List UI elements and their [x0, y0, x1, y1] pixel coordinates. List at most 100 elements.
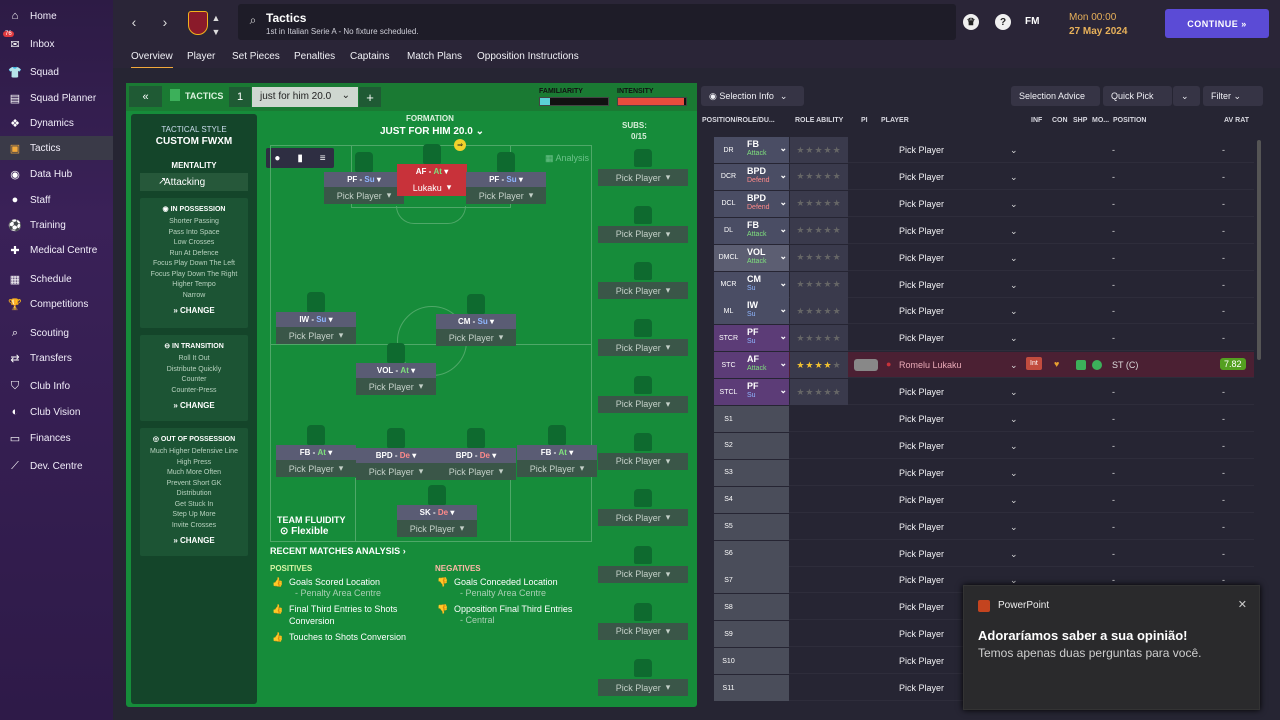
table-row[interactable]: DCL BPD Defend ⌄ ★★★★★ Pick Player ⌄ - -: [714, 190, 1254, 217]
player-name[interactable]: Pick Player: [899, 683, 944, 693]
chevron-down-icon[interactable]: ⌄: [1010, 199, 1018, 210]
player-name[interactable]: Pick Player: [899, 656, 944, 666]
player-name[interactable]: Pick Player: [899, 549, 944, 559]
selection-info-select[interactable]: ◉ Selection Info ⌄: [701, 86, 804, 106]
selection-advice-button[interactable]: Selection Advice: [1011, 86, 1100, 106]
player-name[interactable]: Pick Player: [899, 333, 944, 343]
role-duty-select[interactable]: PF - Su ▾: [466, 172, 546, 187]
pitch-position-7[interactable]: FB - At ▾ Pick Player ▾: [276, 425, 356, 477]
out-of-possession-box[interactable]: ◎ OUT OF POSSESSION Much Higher Defensiv…: [140, 428, 248, 556]
chevron-down-icon[interactable]: ⌄: [1010, 522, 1018, 533]
player-select[interactable]: Pick Player ▾: [356, 463, 436, 480]
chevron-down-icon[interactable]: ⌄: [1010, 360, 1018, 371]
table-row[interactable]: S2 Pick Player ⌄ - -: [714, 432, 1254, 459]
pitch-position-5[interactable]: CM - Su ▾ Pick Player ▾: [436, 294, 516, 346]
pitch-position-2[interactable]: AF - At ▾ Lukaku ▾: [397, 144, 467, 196]
in-possession-change-button[interactable]: » CHANGE: [140, 306, 248, 315]
pitch-position-11[interactable]: SK - De ▾ Pick Player ▾: [397, 485, 477, 537]
role-duty-select[interactable]: FB - At ▾: [276, 445, 356, 460]
player-name[interactable]: Pick Player: [899, 172, 944, 182]
table-row[interactable]: S1 Pick Player ⌄ - -: [714, 406, 1254, 432]
in-transition-change-button[interactable]: » CHANGE: [140, 401, 248, 410]
pitch-position-10[interactable]: FB - At ▾ Pick Player ▾: [517, 425, 597, 477]
chevron-down-icon[interactable]: ⌄: [1010, 549, 1018, 560]
collapse-button[interactable]: «: [129, 86, 162, 107]
player-name[interactable]: Pick Player: [899, 280, 944, 290]
table-row[interactable]: DCR BPD Defend ⌄ ★★★★★ Pick Player ⌄ - -: [714, 163, 1254, 190]
chevron-down-icon[interactable]: ⌄: [1010, 387, 1018, 398]
chevron-down-icon[interactable]: ⌄: [1010, 226, 1018, 237]
sidebar-item-finances[interactable]: ▭ Finances: [0, 426, 113, 450]
tab-overview[interactable]: Overview: [131, 51, 173, 69]
column-header[interactable]: PLAYER: [881, 117, 909, 124]
player-name[interactable]: Pick Player: [899, 199, 944, 209]
role-duty-select[interactable]: BPD Defend ⌄: [743, 190, 789, 217]
role-duty-select[interactable]: CM Su ⌄: [743, 271, 789, 298]
pitch-position-8[interactable]: BPD - De ▾ Pick Player ▾: [356, 428, 436, 480]
table-row[interactable]: DL FB Attack ⌄ ★★★★★ Pick Player ⌄ - -: [714, 217, 1254, 244]
sub-player-select[interactable]: Pick Player ▾: [598, 452, 688, 470]
tactical-style-value[interactable]: CUSTOM FWXM: [131, 136, 257, 147]
player-name[interactable]: Pick Player: [899, 226, 944, 236]
column-header[interactable]: CON: [1052, 117, 1068, 124]
player-name[interactable]: Pick Player: [899, 629, 944, 639]
sub-player-select[interactable]: Pick Player ▾: [598, 395, 688, 413]
forward-arrow-icon[interactable]: ›: [155, 12, 175, 32]
pitch-position-1[interactable]: PF - Su ▾ Pick Player ▾: [324, 152, 404, 204]
add-tactic-button[interactable]: +: [359, 87, 381, 107]
role-duty-select[interactable]: FB Attack ⌄: [743, 217, 789, 244]
in-possession-box[interactable]: ◉ IN POSSESSION Shorter Passing Pass Into…: [140, 198, 248, 328]
chevron-down-icon[interactable]: ⌄: [1010, 333, 1018, 344]
role-duty-select[interactable]: PF - Su ▾: [324, 172, 404, 187]
sidebar-item-club-info[interactable]: ⛉ Club Info: [0, 374, 113, 398]
role-duty-select[interactable]: CM - Su ▾: [436, 314, 516, 329]
player-select[interactable]: Pick Player ▾: [436, 463, 516, 480]
tactic-slot-number[interactable]: 1: [229, 87, 251, 107]
role-duty-select[interactable]: BPD Defend ⌄: [743, 163, 789, 190]
player-name[interactable]: Pick Player: [899, 145, 944, 155]
player-name[interactable]: Pick Player: [899, 468, 944, 478]
sub-player-select[interactable]: Pick Player ▾: [598, 282, 688, 300]
sidebar-item-inbox[interactable]: ✉ Inbox 76: [0, 31, 113, 56]
chevron-down-icon[interactable]: ⌄: [1010, 468, 1018, 479]
sidebar-item-training[interactable]: ⚽ Training: [0, 213, 113, 237]
tab-opposition-instructions[interactable]: Opposition Instructions: [477, 51, 579, 62]
pitch-position-9[interactable]: BPD - De ▾ Pick Player ▾: [436, 428, 516, 480]
player-name[interactable]: Romelu Lukaku: [899, 360, 962, 370]
player-select[interactable]: Pick Player ▾: [356, 378, 436, 395]
player-name[interactable]: Pick Player: [899, 441, 944, 451]
quick-pick-button[interactable]: Quick Pick: [1103, 86, 1172, 106]
role-duty-select[interactable]: FB Attack ⌄: [743, 137, 789, 163]
mentality-select[interactable]: Attacking⌄: [140, 173, 380, 191]
powerpoint-notification[interactable]: PowerPoint ✕ Adoraríamos saber a sua opi…: [963, 585, 1260, 710]
player-select[interactable]: Pick Player ▾: [436, 329, 516, 346]
sidebar-item-scouting[interactable]: ⌕ Scouting: [0, 321, 113, 345]
close-icon[interactable]: ✕: [1238, 598, 1247, 611]
column-header[interactable]: POSITION: [1113, 117, 1146, 124]
tab-match-plans[interactable]: Match Plans: [407, 51, 462, 62]
club-crest[interactable]: [188, 11, 208, 35]
column-header[interactable]: INF: [1031, 117, 1042, 124]
player-select[interactable]: Pick Player ▾: [397, 520, 477, 537]
sidebar-item-staff[interactable]: ● Staff: [0, 188, 113, 212]
player-instructions-icon[interactable]: [854, 359, 878, 372]
table-row[interactable]: MCR CM Su ⌄ ★★★★★ Pick Player ⌄ - -: [714, 271, 1254, 298]
sub-player-select[interactable]: Pick Player ▾: [598, 225, 688, 243]
role-duty-select[interactable]: SK - De ▾: [397, 505, 477, 520]
role-duty-select[interactable]: FB - At ▾: [517, 445, 597, 460]
player-select[interactable]: Pick Player ▾: [276, 460, 356, 477]
chevron-down-icon[interactable]: ⌄: [1010, 306, 1018, 317]
table-row[interactable]: STCR PF Su ⌄ ★★★★★ Pick Player ⌄ - -: [714, 325, 1254, 352]
role-duty-select[interactable]: PF Su ⌄: [743, 379, 789, 406]
player-select[interactable]: Pick Player ▾: [324, 187, 404, 204]
table-row[interactable]: STCL PF Su ⌄ ★★★★★ Pick Player ⌄ - -: [714, 379, 1254, 406]
fm-logo[interactable]: FM: [1025, 16, 1039, 27]
sidebar-item-club-vision[interactable]: ◐ Club Vision: [0, 400, 113, 424]
player-name[interactable]: Pick Player: [899, 575, 944, 585]
tab-penalties[interactable]: Penalties: [294, 51, 335, 62]
table-row[interactable]: S5 Pick Player ⌄ - -: [714, 513, 1254, 540]
role-duty-select[interactable]: IW Su ⌄: [743, 298, 789, 325]
out-of-possession-change-button[interactable]: » CHANGE: [140, 536, 248, 545]
player-name[interactable]: Pick Player: [899, 414, 944, 424]
role-duty-select[interactable]: PF Su ⌄: [743, 325, 789, 352]
